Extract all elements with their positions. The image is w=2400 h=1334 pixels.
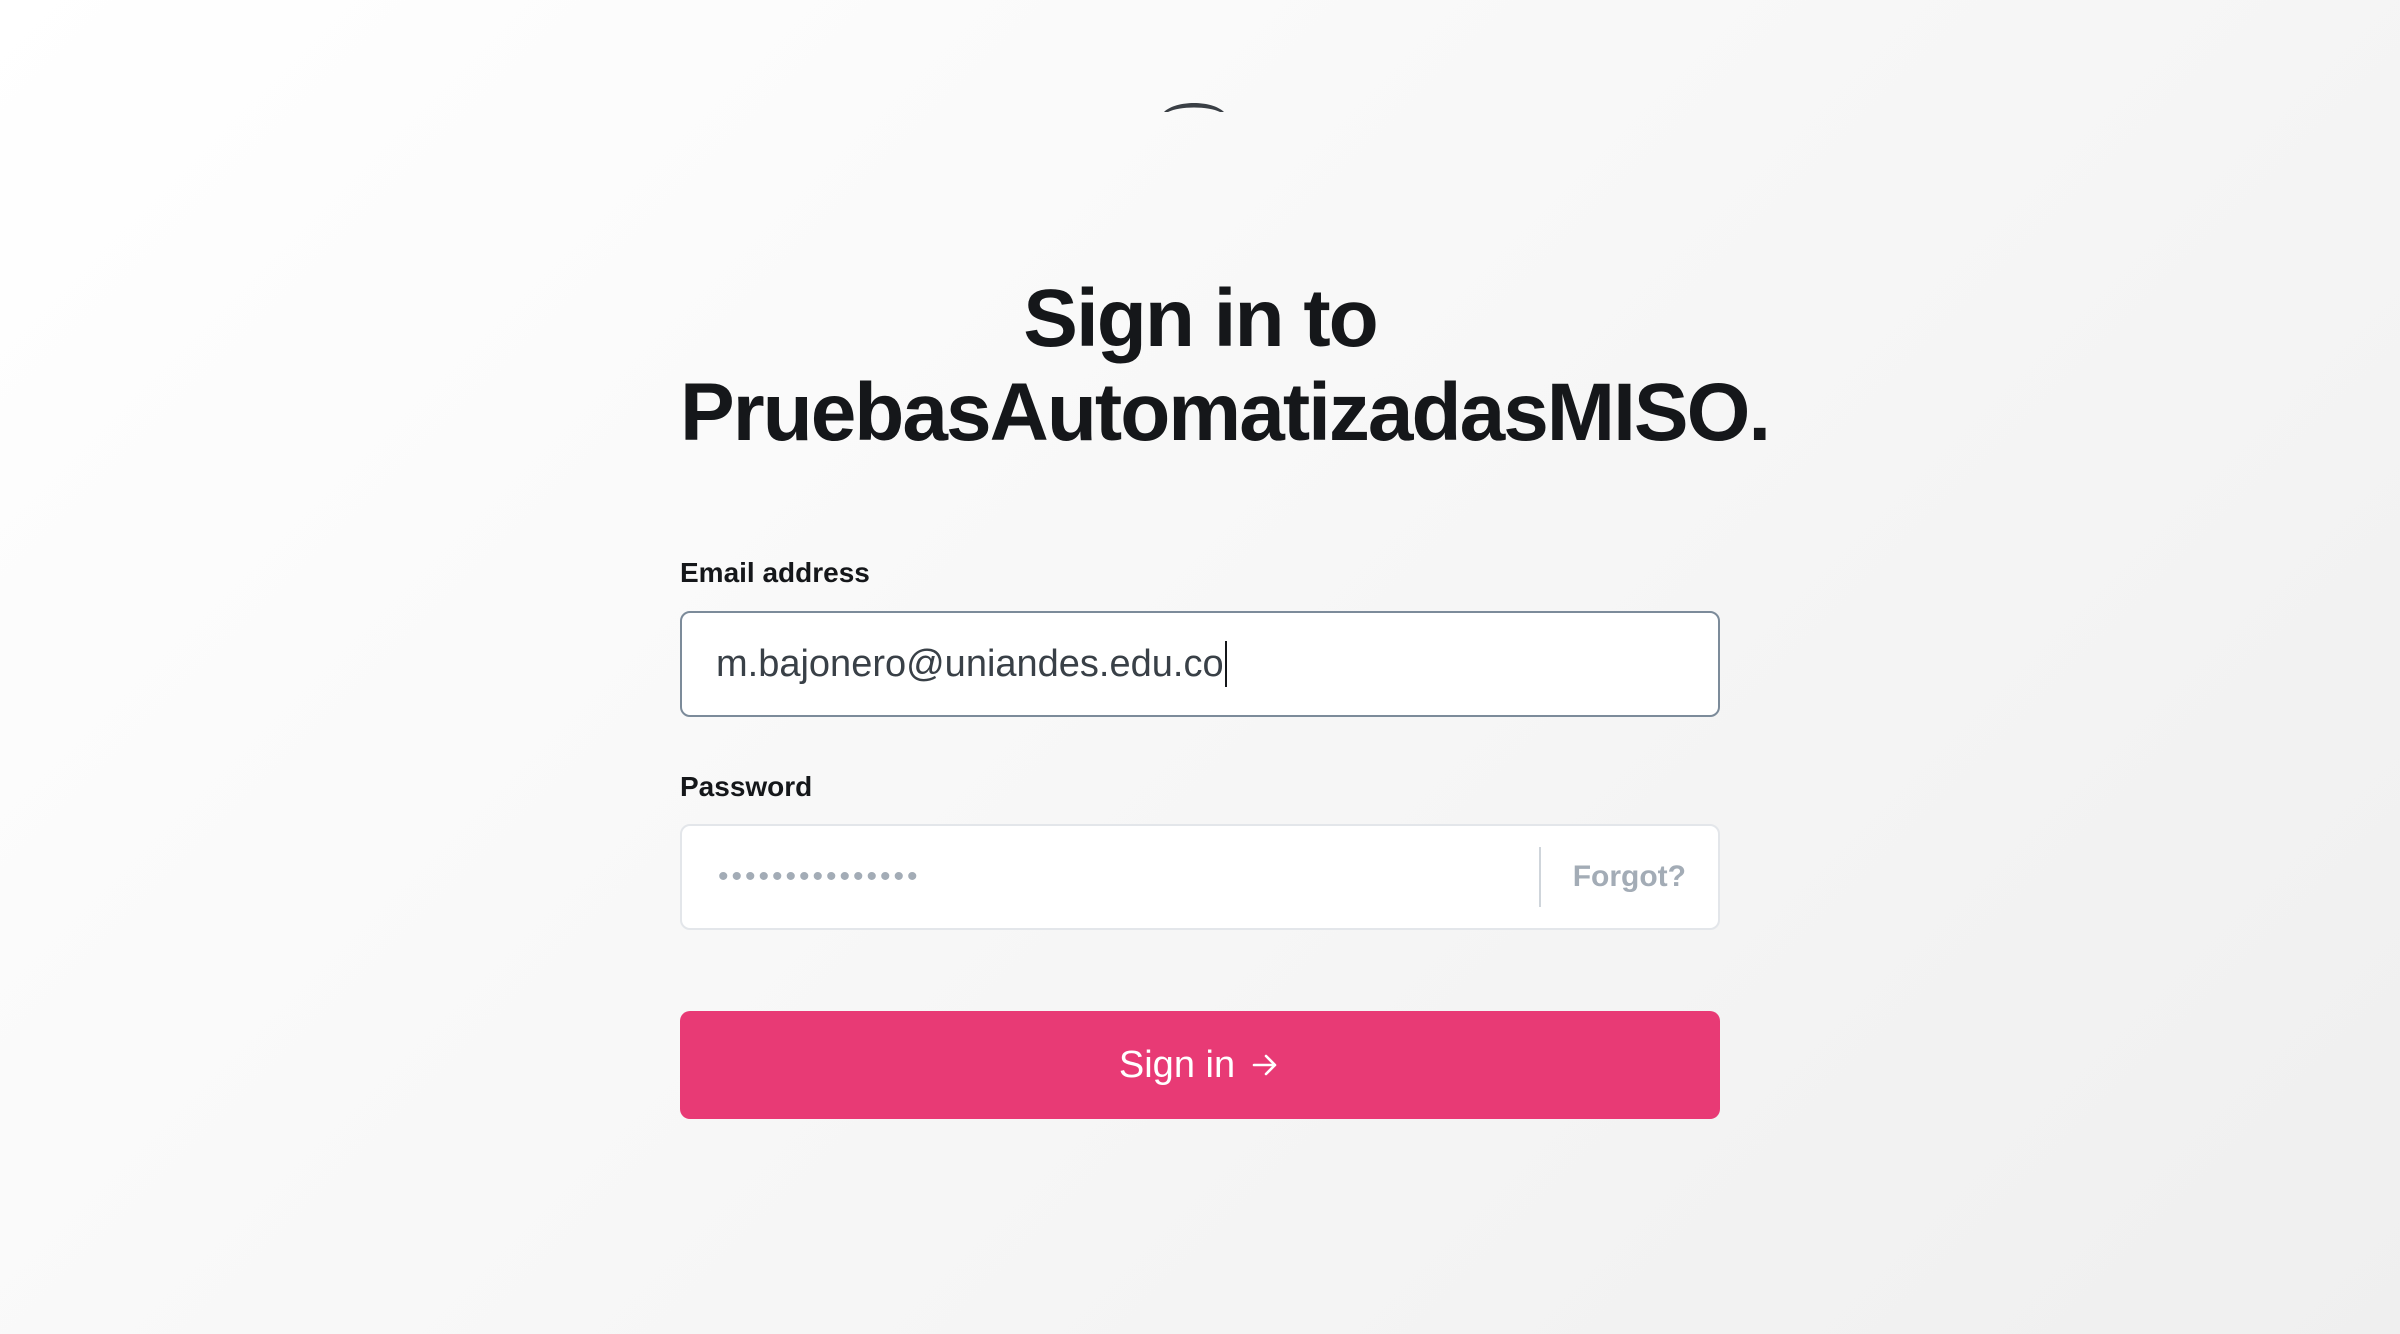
title-line-2: PruebasAutomatizadasMISO. [680, 367, 1771, 458]
forgot-password-link[interactable]: Forgot? [1541, 860, 1718, 894]
arrow-right-icon [1252, 1054, 1277, 1076]
email-label: Email address [680, 557, 870, 588]
email-field[interactable]: m.bajonero@uniandes.edu.co [680, 611, 1720, 717]
email-input[interactable]: m.bajonero@uniandes.edu.co [682, 641, 1718, 687]
sign-in-label: Sign in [1118, 1043, 1236, 1086]
title-line-1: Sign in to [1023, 273, 1378, 364]
page-title: Sign in to PruebasAutomatizadasMISO. [680, 272, 1771, 460]
email-value: m.bajonero@uniandes.edu.co [716, 642, 1224, 685]
password-input[interactable]: ••••••••••••••• [682, 860, 1539, 894]
site-logo-icon [1162, 98, 1226, 116]
sign-in-button[interactable]: Sign in [680, 1011, 1720, 1119]
password-label: Password [680, 771, 813, 802]
password-field[interactable]: ••••••••••••••• Forgot? [680, 824, 1720, 930]
text-caret [1224, 641, 1227, 687]
